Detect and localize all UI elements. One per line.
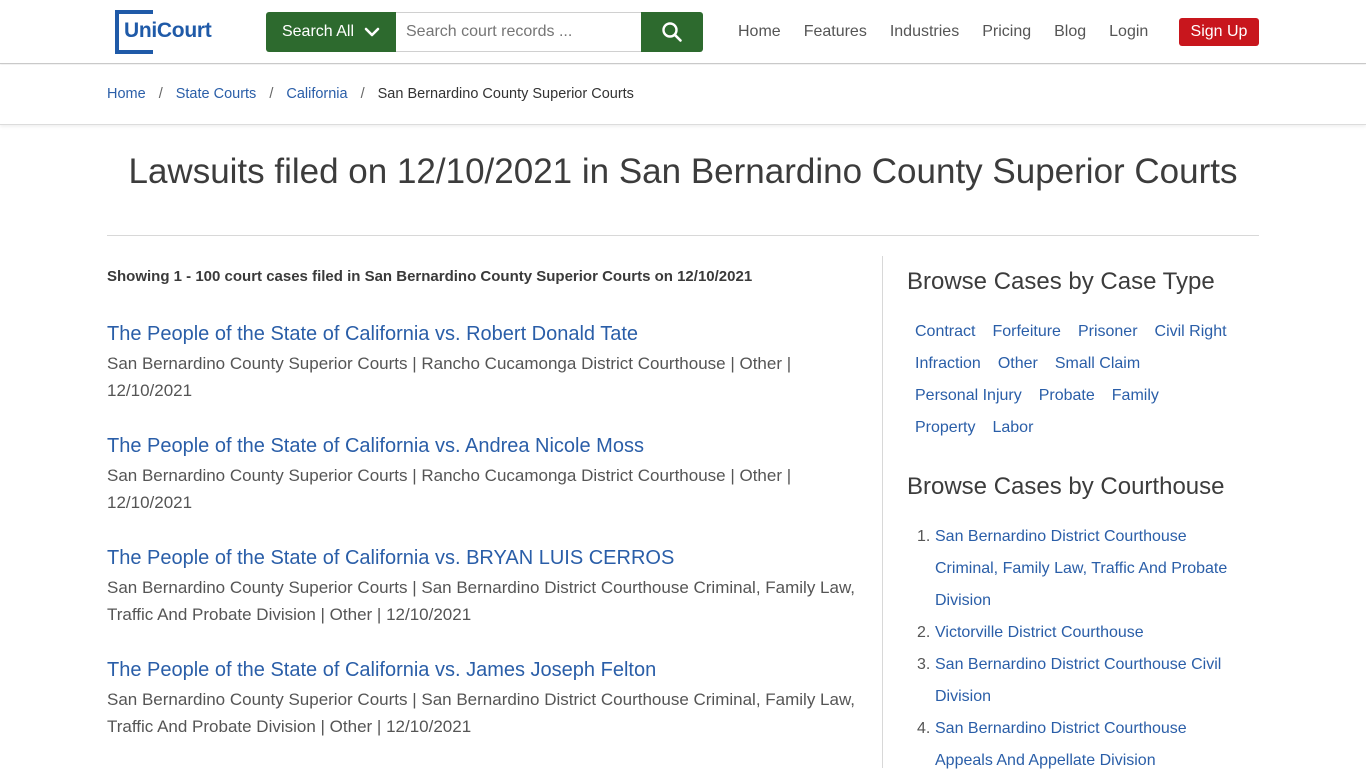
unicourt-logo[interactable]: UniCourt — [115, 10, 215, 54]
chevron-down-icon — [364, 27, 380, 37]
search-scope-dropdown[interactable]: Search All — [266, 12, 396, 52]
case-type-link[interactable]: Labor — [992, 412, 1033, 444]
case-type-link[interactable]: Personal Injury — [915, 380, 1022, 412]
case-type-link[interactable]: Family — [1112, 380, 1159, 412]
case-type-list: Contract Forfeiture Prisoner Civil Right… — [907, 316, 1247, 444]
case-type-heading: Browse Cases by Case Type — [907, 268, 1215, 295]
courthouse-heading: Browse Cases by Courthouse — [907, 473, 1225, 500]
breadcrumb-home[interactable]: Home — [107, 86, 146, 102]
case-type-link[interactable]: Probate — [1039, 380, 1095, 412]
results-summary: Showing 1 - 100 court cases filed in San… — [107, 268, 753, 285]
search-input[interactable] — [396, 12, 641, 52]
breadcrumb-state-courts[interactable]: State Courts — [176, 86, 257, 102]
list-number: 2. — [917, 624, 931, 641]
courthouse-link[interactable]: San Bernardino District Courthouse Civil… — [935, 649, 1230, 713]
case-item: The People of the State of California vs… — [107, 321, 857, 404]
breadcrumb: Home / State Courts / California / San B… — [107, 86, 634, 102]
breadcrumb-separator: / — [269, 86, 274, 102]
breadcrumb-separator: / — [158, 86, 163, 102]
main-nav: Home Features Industries Pricing Blog Lo… — [738, 18, 1171, 46]
courthouse-item: 2. Victorville District Courthouse — [917, 617, 1247, 649]
nav-blog[interactable]: Blog — [1054, 23, 1086, 41]
courthouse-list: 1. San Bernardino District Courthouse Cr… — [907, 521, 1247, 777]
courthouse-link[interactable]: Victorville District Courthouse — [935, 617, 1230, 649]
case-item: The People of the State of California vs… — [107, 545, 857, 628]
courthouse-item: 4. San Bernardino District Courthouse Ap… — [917, 713, 1247, 777]
sign-up-button[interactable]: Sign Up — [1179, 18, 1259, 46]
nav-pricing[interactable]: Pricing — [982, 23, 1031, 41]
courthouse-link[interactable]: San Bernardino District Courthouse Crimi… — [935, 521, 1230, 617]
breadcrumb-bar: Home / State Courts / California / San B… — [0, 65, 1366, 125]
site-header: UniCourt Search All Home Features Indust… — [0, 0, 1366, 64]
case-title-link[interactable]: The People of the State of California vs… — [107, 545, 857, 571]
case-item: The People of the State of California vs… — [107, 433, 857, 516]
case-type-link[interactable]: Contract — [915, 316, 975, 348]
case-type-link[interactable]: Civil Right — [1155, 316, 1227, 348]
case-title-link[interactable]: The People of the State of California vs… — [107, 433, 857, 459]
case-type-link[interactable]: Property — [915, 412, 975, 444]
case-list: Showing 1 - 100 court cases filed in San… — [107, 268, 857, 769]
search-scope-label: Search All — [281, 23, 355, 40]
case-meta: San Bernardino County Superior Courts | … — [107, 466, 792, 512]
case-type-link[interactable]: Prisoner — [1078, 316, 1138, 348]
nav-industries[interactable]: Industries — [890, 23, 959, 41]
nav-home[interactable]: Home — [738, 23, 781, 41]
nav-login[interactable]: Login — [1109, 23, 1148, 41]
case-meta: San Bernardino County Superior Courts | … — [107, 354, 792, 400]
case-type-link[interactable]: Small Claim — [1055, 348, 1140, 380]
case-title-link[interactable]: The People of the State of California vs… — [107, 657, 857, 683]
column-divider — [882, 256, 883, 768]
courthouse-item: 3. San Bernardino District Courthouse Ci… — [917, 649, 1247, 713]
case-type-link[interactable]: Forfeiture — [992, 316, 1060, 348]
breadcrumb-separator: / — [360, 86, 365, 102]
case-title-link[interactable]: The People of the State of California vs… — [107, 321, 857, 347]
nav-features[interactable]: Features — [804, 23, 867, 41]
case-type-link[interactable]: Other — [998, 348, 1038, 380]
search-button[interactable] — [641, 12, 703, 52]
list-number: 4. — [917, 720, 931, 737]
search-bar: Search All — [266, 12, 703, 52]
title-divider — [107, 235, 1259, 236]
case-item: The People of the State of California vs… — [107, 657, 857, 740]
courthouse-link[interactable]: San Bernardino District Courthouse Appea… — [935, 713, 1230, 777]
list-number: 3. — [917, 656, 931, 673]
breadcrumb-current: San Bernardino County Superior Courts — [377, 86, 634, 102]
case-meta: San Bernardino County Superior Courts | … — [107, 690, 856, 736]
list-number: 1. — [917, 528, 931, 545]
case-type-link[interactable]: Infraction — [915, 348, 981, 380]
logo-text: UniCourt — [124, 19, 214, 43]
page-title: Lawsuits filed on 12/10/2021 in San Bern… — [128, 152, 1238, 191]
sidebar: Browse Cases by Case Type Contract Forfe… — [907, 268, 1247, 777]
case-meta: San Bernardino County Superior Courts | … — [107, 578, 856, 624]
courthouse-item: 1. San Bernardino District Courthouse Cr… — [917, 521, 1247, 617]
search-icon — [662, 22, 682, 42]
breadcrumb-california[interactable]: California — [286, 86, 347, 102]
